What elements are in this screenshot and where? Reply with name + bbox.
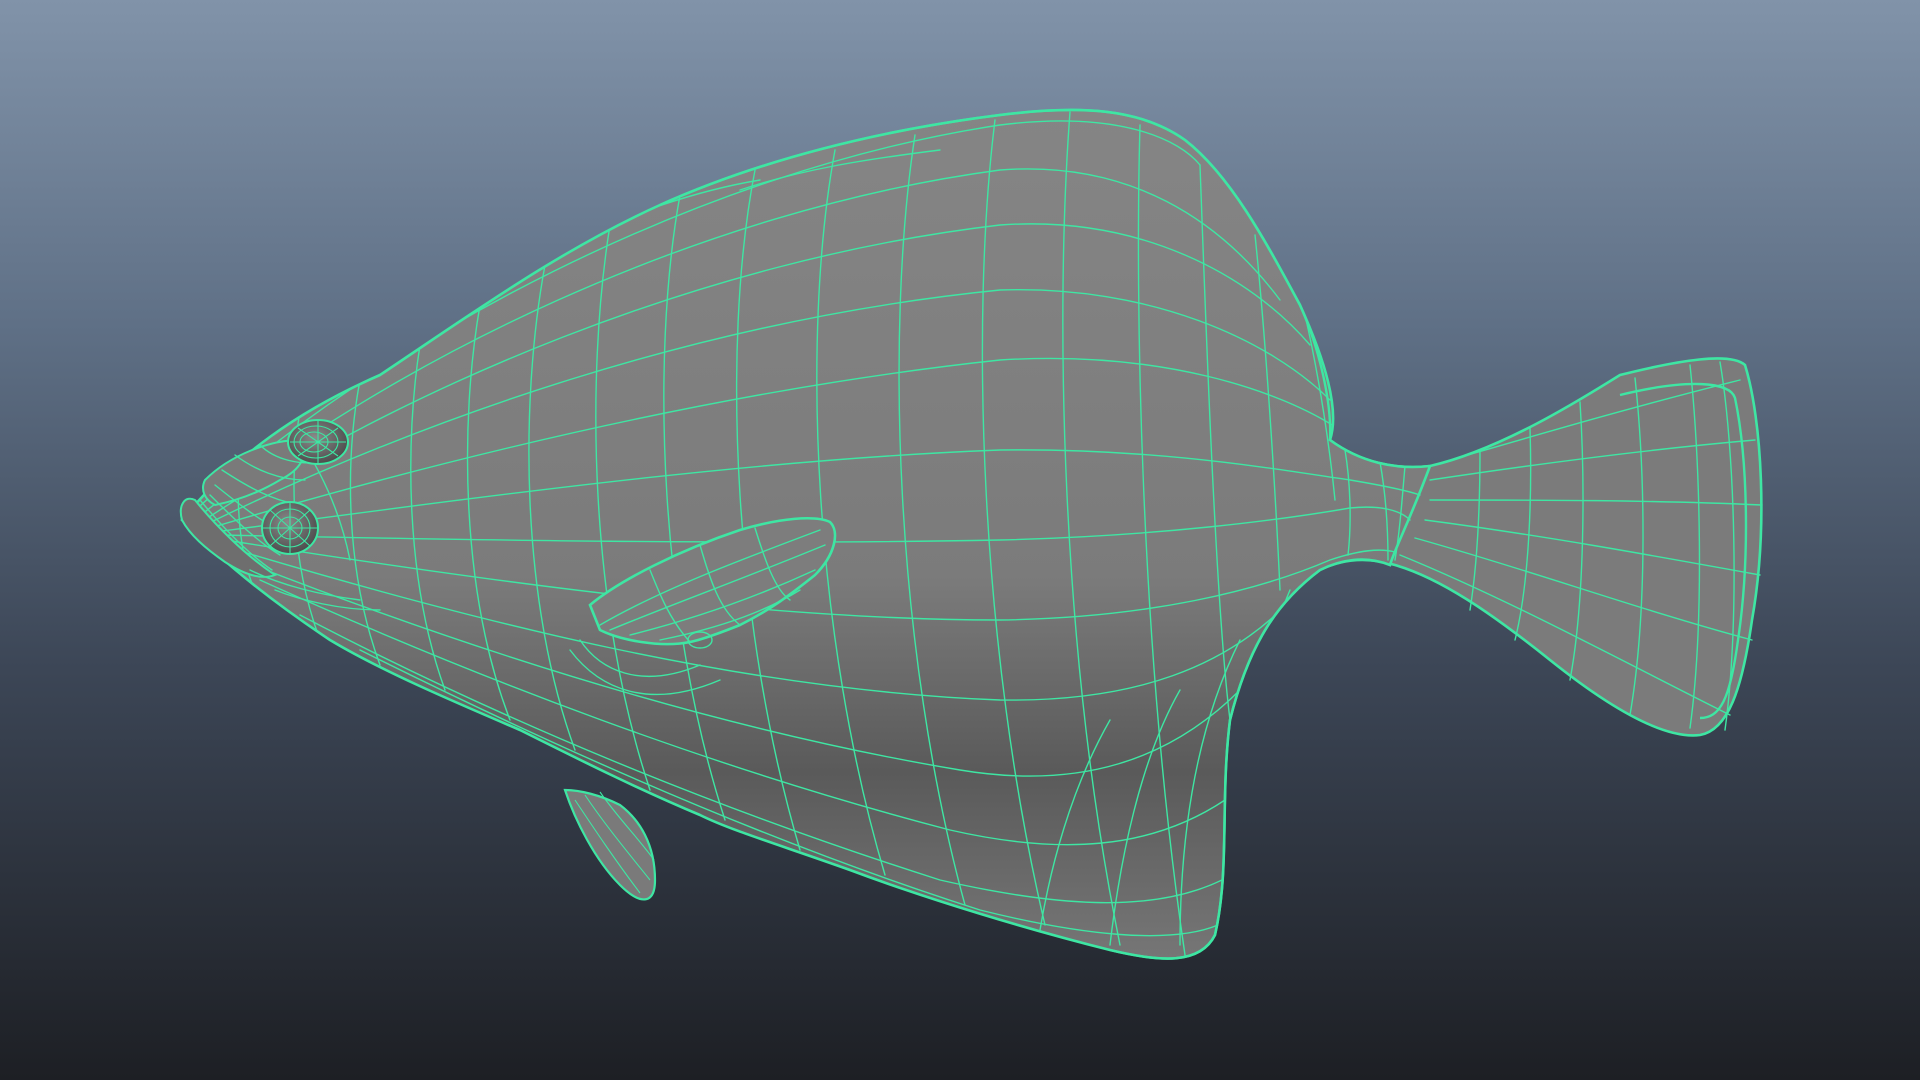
upper-eye[interactable]: [287, 419, 349, 465]
pelvic-fin[interactable]: [563, 788, 657, 901]
viewport-3d[interactable]: [0, 0, 1920, 1080]
lower-eye[interactable]: [261, 501, 319, 555]
fish-model[interactable]: [179, 108, 1763, 960]
scene-canvas[interactable]: [0, 0, 1920, 1080]
